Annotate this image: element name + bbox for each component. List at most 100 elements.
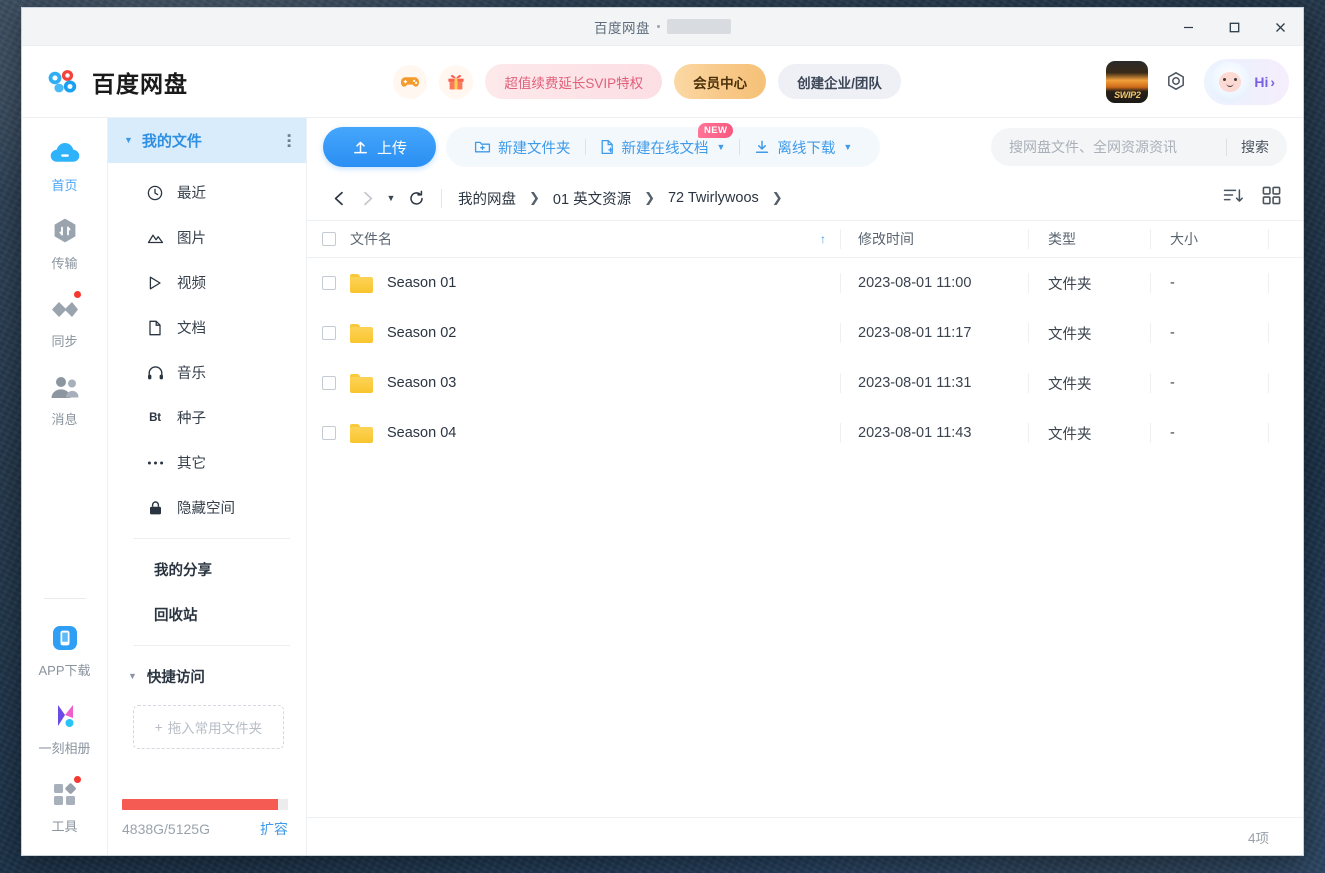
rail-item-tools[interactable]: 工具 bbox=[22, 775, 107, 835]
gear-icon[interactable] bbox=[1162, 68, 1190, 96]
folder-icon bbox=[350, 323, 373, 343]
tree-label-documents: 文档 bbox=[177, 321, 206, 337]
dropzone-plus-icon: + bbox=[154, 719, 163, 735]
tree-item-recent[interactable]: 最近 bbox=[108, 170, 306, 215]
window-title: 百度网盘 bbox=[594, 20, 650, 36]
tree-item-pictures[interactable]: 图片 bbox=[108, 215, 306, 260]
history-dropdown-button[interactable]: ▼ bbox=[381, 184, 401, 212]
offline-download-button[interactable]: 离线下载 ▼ bbox=[740, 137, 866, 158]
header-promos: 超值续费延长SVIP特权 会员中心 创建企业/团队 bbox=[188, 64, 1106, 99]
gamepad-icon[interactable] bbox=[393, 64, 428, 99]
brand-logo-group[interactable]: 百度网盘 bbox=[46, 65, 188, 99]
sort-list-icon[interactable] bbox=[1223, 187, 1244, 210]
tree-label-recycle-bin: 回收站 bbox=[154, 608, 198, 624]
search-button[interactable]: 搜索 bbox=[1241, 137, 1283, 157]
cell-spacer bbox=[1268, 414, 1303, 452]
tree-label-music: 音乐 bbox=[177, 366, 206, 382]
avatar bbox=[1210, 61, 1251, 102]
table-row[interactable]: Season 02 2023-08-01 11:17 文件夹 - bbox=[307, 308, 1303, 358]
select-all-checkbox[interactable] bbox=[322, 232, 336, 246]
tree-item-my-shares[interactable]: 我的分享 bbox=[108, 547, 306, 592]
new-folder-button[interactable]: 新建文件夹 bbox=[460, 137, 585, 158]
row-checkbox[interactable] bbox=[322, 426, 336, 440]
rail-item-sync[interactable]: 同步 bbox=[22, 290, 107, 350]
cell-name: Season 02 bbox=[307, 314, 840, 352]
quota-info-row: 4838G/5125G 扩容 bbox=[122, 819, 288, 839]
maximize-button[interactable] bbox=[1211, 8, 1257, 46]
tree-header-my-files[interactable]: ▼ 我的文件 ⋯ bbox=[108, 118, 306, 163]
document-icon bbox=[146, 319, 164, 337]
back-button[interactable] bbox=[325, 184, 353, 212]
cell-type: 文件夹 bbox=[1028, 414, 1150, 452]
row-checkbox[interactable] bbox=[322, 326, 336, 340]
file-name: Season 04 bbox=[387, 425, 457, 441]
rail-item-photo-album[interactable]: 一刻相册 bbox=[22, 699, 107, 757]
search-box[interactable]: 搜索 bbox=[991, 128, 1287, 166]
tree-item-torrents[interactable]: Bt 种子 bbox=[108, 395, 306, 440]
create-team-label: 创建企业/团队 bbox=[797, 75, 882, 91]
kebab-menu-icon[interactable]: ⋯ bbox=[280, 133, 297, 148]
rail-item-app-download[interactable]: APP下载 bbox=[22, 621, 107, 679]
column-label-type: 类型 bbox=[1048, 231, 1076, 247]
svip-promo-button[interactable]: 超值续费延长SVIP特权 bbox=[485, 64, 663, 99]
upload-icon bbox=[354, 141, 367, 153]
minimize-button[interactable] bbox=[1165, 8, 1211, 46]
new-online-doc-button[interactable]: NEW 新建在线文档 ▼ bbox=[586, 122, 740, 158]
rail-item-home[interactable]: 首页 bbox=[22, 136, 107, 194]
quick-access-dropzone[interactable]: + 拖入常用文件夹 bbox=[133, 705, 284, 749]
breadcrumb-item-2[interactable]: 72 Twirlywoos bbox=[666, 190, 761, 206]
user-profile-chip[interactable]: Hi › bbox=[1204, 58, 1289, 105]
search-input[interactable] bbox=[1009, 139, 1226, 155]
vip-center-button[interactable]: 会员中心 bbox=[674, 64, 767, 99]
avatar-eye-right bbox=[1234, 78, 1238, 82]
tree-item-documents[interactable]: 文档 bbox=[108, 305, 306, 350]
row-checkbox[interactable] bbox=[322, 376, 336, 390]
column-header-type[interactable]: 类型 bbox=[1028, 220, 1150, 258]
brand-name: 百度网盘 bbox=[92, 70, 188, 97]
upload-button[interactable]: 上传 bbox=[323, 127, 436, 167]
tree-group-quick-access[interactable]: ▼ 快捷访问 bbox=[108, 654, 306, 699]
swip2-badge-icon[interactable]: SWIP2 bbox=[1106, 60, 1149, 103]
table-row[interactable]: Season 01 2023-08-01 11:00 文件夹 - bbox=[307, 258, 1303, 308]
tree-label-videos: 视频 bbox=[177, 276, 206, 292]
cell-spacer bbox=[1268, 364, 1303, 402]
row-checkbox[interactable] bbox=[322, 276, 336, 290]
tree-item-music[interactable]: 音乐 bbox=[108, 350, 306, 395]
table-row[interactable]: Season 04 2023-08-01 11:43 文件夹 - bbox=[307, 408, 1303, 458]
table-row[interactable]: Season 03 2023-08-01 11:31 文件夹 - bbox=[307, 358, 1303, 408]
grid-view-icon[interactable] bbox=[1262, 186, 1281, 210]
message-users-icon bbox=[48, 370, 82, 404]
create-team-button[interactable]: 创建企业/团队 bbox=[778, 64, 901, 99]
video-play-icon bbox=[146, 274, 164, 292]
tree-item-hidden-space[interactable]: 隐藏空间 bbox=[108, 485, 306, 530]
file-toolbar: 上传 新建文件夹 NEW 新建在线文档 ▼ 离线下载 ▼ 搜网盘文件、全网资源资… bbox=[307, 118, 1303, 176]
tree-item-videos[interactable]: 视频 bbox=[108, 260, 306, 305]
expand-storage-link[interactable]: 扩容 bbox=[260, 819, 288, 839]
breadcrumb-item-0[interactable]: 我的网盘 bbox=[456, 188, 518, 209]
quota-progress-fill bbox=[122, 799, 279, 810]
refresh-button[interactable] bbox=[401, 184, 431, 212]
gift-icon[interactable] bbox=[439, 64, 474, 99]
chevron-right-icon: › bbox=[1270, 73, 1275, 90]
header-right-group: SWIP2 Hi › bbox=[1106, 58, 1289, 105]
quota-text: 4838G/5125G bbox=[122, 821, 210, 837]
tree-item-recycle-bin[interactable]: 回收站 bbox=[108, 592, 306, 637]
file-name: Season 02 bbox=[387, 325, 457, 341]
tree-label-recent: 最近 bbox=[177, 186, 206, 202]
column-header-name[interactable]: 文件名 ↑ bbox=[307, 220, 840, 258]
column-header-modified[interactable]: 修改时间 bbox=[840, 220, 1028, 258]
storage-quota: 4838G/5125G 扩容 bbox=[108, 799, 306, 855]
cloud-home-icon bbox=[48, 136, 82, 170]
rail-item-messages[interactable]: 消息 bbox=[22, 370, 107, 428]
close-button[interactable] bbox=[1257, 8, 1303, 46]
upload-button-label: 上传 bbox=[376, 139, 407, 157]
bt-icon: Bt bbox=[149, 411, 161, 424]
rail-item-transfer[interactable]: 传输 bbox=[22, 214, 107, 272]
cell-size: - bbox=[1150, 314, 1268, 352]
tree-item-others[interactable]: 其它 bbox=[108, 440, 306, 485]
item-count-label: 4项 bbox=[1247, 830, 1269, 846]
column-header-size[interactable]: 大小 bbox=[1150, 220, 1268, 258]
forward-button[interactable] bbox=[353, 184, 381, 212]
photo-album-icon bbox=[48, 699, 82, 733]
breadcrumb-item-1[interactable]: 01 英文资源 bbox=[551, 188, 633, 209]
